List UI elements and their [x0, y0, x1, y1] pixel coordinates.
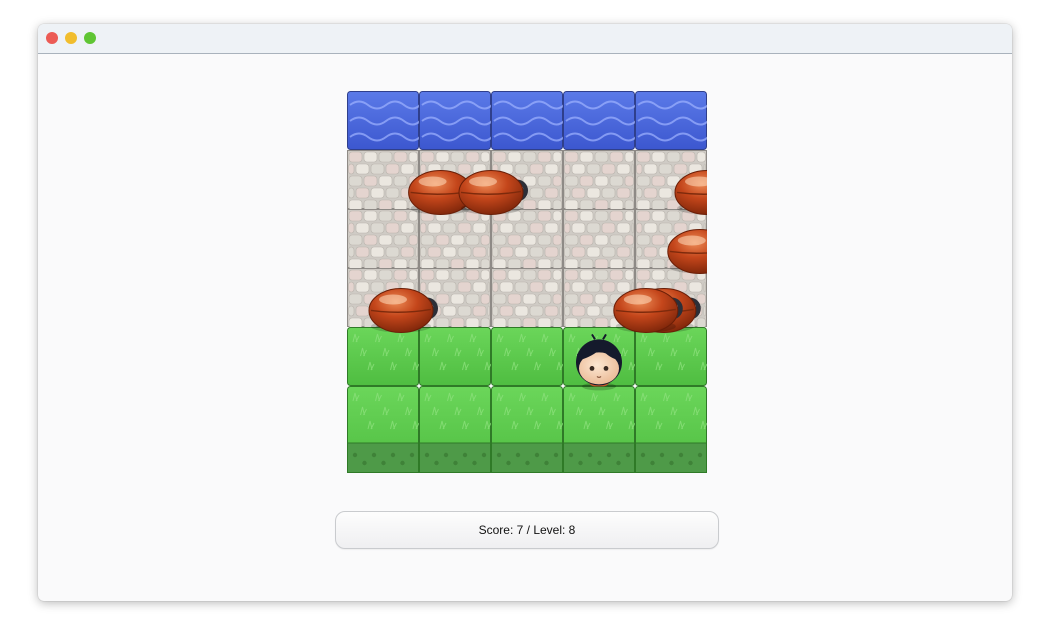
water-tile: [635, 91, 707, 150]
grass-tile: [419, 327, 492, 386]
water-tile: [419, 91, 493, 150]
grass-tile: [491, 327, 564, 386]
grass-tile: [563, 386, 636, 473]
water-tile: [563, 91, 637, 150]
grass-tile: [491, 386, 564, 473]
tiles-layer: [347, 91, 707, 473]
stone-tile: [347, 150, 419, 211]
title-bar: [38, 24, 1012, 54]
score-level-text: Score: 7 / Level: 8: [478, 523, 576, 537]
grass-tile: [419, 386, 492, 473]
status-bar: Score: 7 / Level: 8: [335, 511, 719, 549]
water-tile: [491, 91, 565, 150]
game-canvas[interactable]: [347, 91, 707, 473]
stone-tile: [563, 209, 635, 270]
maximize-window-button[interactable]: [84, 32, 96, 44]
water-tile: [347, 91, 421, 150]
stone-tile: [491, 268, 563, 329]
grass-tile: [635, 386, 707, 473]
game-window: Score: 7 / Level: 8: [38, 24, 1012, 601]
grass-tile: [347, 386, 420, 473]
stone-tile: [491, 209, 563, 270]
stone-tile: [563, 150, 635, 211]
stone-tile: [347, 209, 419, 270]
minimize-window-button[interactable]: [65, 32, 77, 44]
close-window-button[interactable]: [46, 32, 58, 44]
game-board[interactable]: [347, 91, 707, 473]
stone-tile: [419, 209, 491, 270]
grass-tile: [347, 327, 420, 386]
grass-tile: [635, 327, 707, 386]
